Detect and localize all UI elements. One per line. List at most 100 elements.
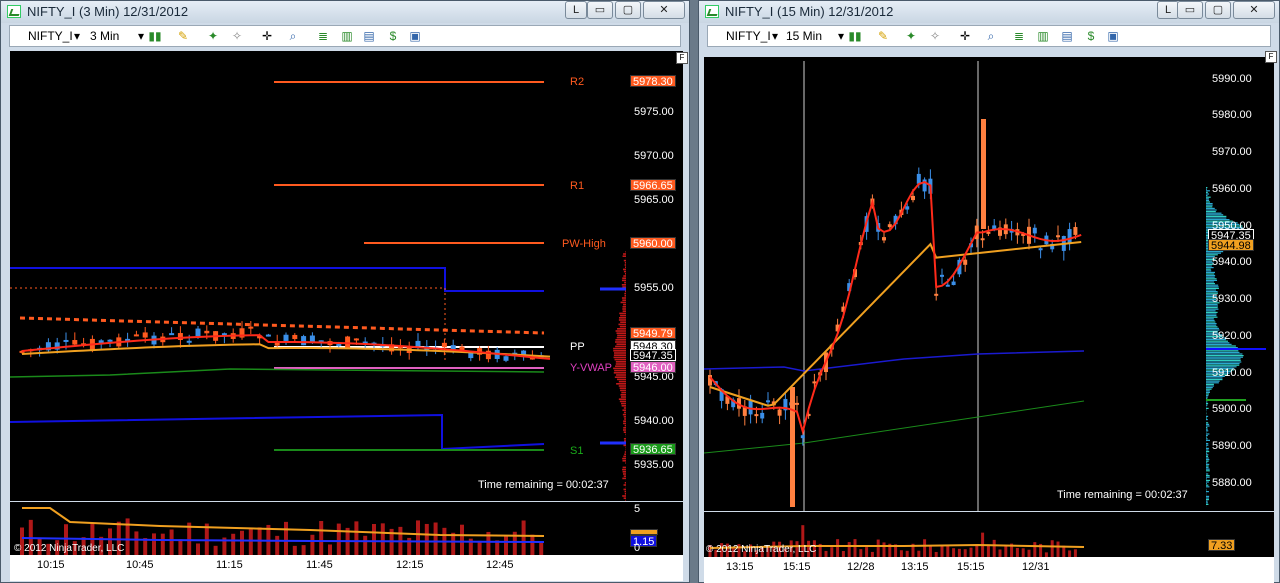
profile-bar xyxy=(613,347,626,350)
volume-bar xyxy=(1021,548,1025,557)
chart-properties-icon[interactable]: ▤ xyxy=(1060,29,1074,43)
crosshair-icon[interactable]: ✛ xyxy=(958,29,972,43)
chevron-down-icon[interactable]: ▾ xyxy=(134,29,148,43)
profile-bar xyxy=(1206,460,1209,462)
volume-bar xyxy=(363,535,368,555)
price-panel[interactable]: R2 R1 PW-High PP Y-VWAP S1 Time remainin… xyxy=(10,51,628,501)
restore-l-button[interactable]: L xyxy=(565,1,587,19)
profile-bar xyxy=(1206,415,1209,417)
profile-bar xyxy=(625,266,626,268)
candle xyxy=(795,402,799,405)
copyright: © 2012 NinjaTrader, LLC xyxy=(14,543,125,554)
chart-icon xyxy=(705,5,719,18)
volume-panel[interactable]: © 2012 NinjaTrader, LLC xyxy=(704,512,1206,557)
volume-bar xyxy=(310,534,315,555)
profile-bar xyxy=(620,394,626,396)
candle xyxy=(1067,229,1072,244)
f-button[interactable]: F xyxy=(676,52,688,64)
chart-window-15min[interactable]: NIFTY_I (15 Min) 12/31/2012 L ▭ ▢ ✕ NIFT… xyxy=(698,0,1280,583)
instrument-selector[interactable]: NIFTY_I xyxy=(726,29,771,43)
bar-type-icon[interactable]: ▮▮ xyxy=(148,29,162,43)
profile-bar xyxy=(620,402,626,405)
profile-bar xyxy=(1206,495,1210,497)
f-button[interactable]: F xyxy=(1265,51,1277,63)
strategies-icon[interactable]: ▥ xyxy=(340,29,354,43)
volume-bar xyxy=(354,521,359,555)
zoom-icon[interactable]: ⌕ xyxy=(286,29,300,43)
title-bar[interactable]: NIFTY_I (15 Min) 12/31/2012 L ▭ ▢ ✕ xyxy=(699,1,1279,23)
crosshair-icon[interactable]: ✛ xyxy=(260,29,274,43)
profile-bar xyxy=(624,490,626,493)
volume-bar xyxy=(1050,540,1054,557)
volume-bar xyxy=(169,529,174,555)
volume-bar xyxy=(301,545,306,555)
profile-bar xyxy=(615,363,626,365)
profile-bar xyxy=(1206,454,1209,456)
dollar-icon[interactable]: $ xyxy=(386,29,400,43)
title-bar[interactable]: NIFTY_I (3 Min) 12/31/2012 L ▭ ▢ ✕ xyxy=(1,1,689,23)
dollar-icon[interactable]: $ xyxy=(1084,29,1098,43)
profile-bar xyxy=(625,462,626,464)
pencil-icon[interactable]: ✎ xyxy=(876,29,890,43)
profile-bar xyxy=(1206,452,1208,454)
chevron-down-icon[interactable]: ▾ xyxy=(768,29,782,43)
indicators-icon[interactable]: ≣ xyxy=(1012,29,1026,43)
period-selector[interactable]: 15 Min xyxy=(786,29,822,43)
profile-bar xyxy=(622,310,626,312)
profile-bar xyxy=(1206,404,1208,406)
volume-bar xyxy=(504,535,508,555)
price-panel[interactable]: Time remaining = 00:02:37 xyxy=(704,57,1206,511)
profile-bar xyxy=(1206,273,1215,275)
profile-bar xyxy=(1206,497,1209,499)
profile-bar xyxy=(620,321,626,323)
profile-bar xyxy=(1206,439,1210,441)
blue-vwap-line xyxy=(704,350,1085,372)
volume-axis[interactable]: 5 1.15 0 xyxy=(628,502,683,555)
profile-bar xyxy=(1206,407,1209,409)
profile-bar xyxy=(619,400,626,403)
volume-bar xyxy=(940,545,944,557)
chart-properties-icon[interactable]: ▤ xyxy=(362,29,376,43)
crosshair-add-icon[interactable]: ✦ xyxy=(206,29,220,43)
volume-axis[interactable]: 7.33 xyxy=(1206,512,1274,557)
price-axis[interactable]: 5975.00 5970.00 5965.00 5955.00 5945.00 … xyxy=(628,51,683,501)
profile-bar xyxy=(1206,391,1210,393)
minimize-button[interactable]: ▭ xyxy=(1177,1,1203,19)
volume-panel[interactable]: © 2012 NinjaTrader, LLC xyxy=(10,502,628,555)
restore-l-button[interactable]: L xyxy=(1157,1,1179,19)
data-box-icon[interactable]: ▣ xyxy=(408,29,422,43)
profile-bar xyxy=(1206,196,1211,198)
strategies-icon[interactable]: ▥ xyxy=(1036,29,1050,43)
time-axis[interactable]: 13:15 15:15 12/28 13:15 15:15 12/31 xyxy=(704,557,1274,583)
minimize-button[interactable]: ▭ xyxy=(587,1,613,19)
chevron-down-icon[interactable]: ▾ xyxy=(834,29,848,43)
volume-bar xyxy=(998,549,1002,557)
candle xyxy=(951,281,956,286)
chevron-down-icon[interactable]: ▾ xyxy=(70,29,84,43)
bar-type-icon[interactable]: ▮▮ xyxy=(848,29,862,43)
profile-bar xyxy=(1206,190,1210,192)
eraser-icon[interactable]: ✧ xyxy=(230,29,244,43)
pencil-icon[interactable]: ✎ xyxy=(176,29,190,43)
period-selector[interactable]: 3 Min xyxy=(90,29,119,43)
close-button[interactable]: ✕ xyxy=(643,1,685,19)
chart-window-3min[interactable]: NIFTY_I (3 Min) 12/31/2012 L ▭ ▢ ✕ NIFTY… xyxy=(0,0,690,583)
axis-label: 5910.00 xyxy=(1212,367,1252,379)
maximize-button[interactable]: ▢ xyxy=(615,1,641,19)
profile-bar xyxy=(1206,444,1209,446)
data-box-icon[interactable]: ▣ xyxy=(1106,29,1120,43)
time-axis[interactable]: 10:15 10:45 11:15 11:45 12:15 12:45 xyxy=(10,555,683,581)
crosshair-add-icon[interactable]: ✦ xyxy=(904,29,918,43)
instrument-selector[interactable]: NIFTY_I xyxy=(28,29,73,43)
profile-bar xyxy=(1206,187,1208,189)
indicators-icon[interactable]: ≣ xyxy=(316,29,330,43)
zoom-icon[interactable]: ⌕ xyxy=(984,29,998,43)
profile-bar xyxy=(1206,455,1209,457)
profile-bar xyxy=(1206,284,1219,286)
vwap-line xyxy=(709,241,1082,407)
close-button[interactable]: ✕ xyxy=(1233,1,1275,19)
price-axis[interactable]: 5990.00 5980.00 5970.00 5960.00 5950.00 … xyxy=(1206,57,1274,511)
maximize-button[interactable]: ▢ xyxy=(1205,1,1231,19)
eraser-icon[interactable]: ✧ xyxy=(928,29,942,43)
profile-bar xyxy=(619,325,626,328)
